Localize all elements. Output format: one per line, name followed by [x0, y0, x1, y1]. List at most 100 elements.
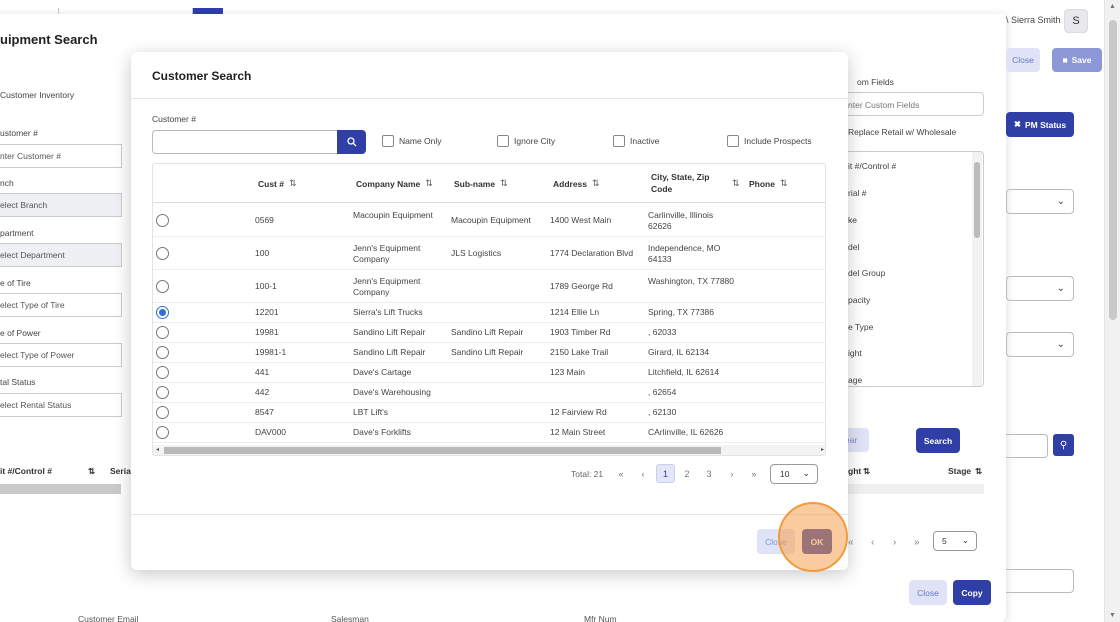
row-radio[interactable] — [156, 306, 169, 319]
page-size-select[interactable]: 5 ⌄ — [933, 531, 977, 551]
col-cust[interactable]: Cust # ⇅ — [258, 178, 297, 189]
table-row[interactable]: 12201 Sierra's Lift Trucks 1214 Ellie Ln Sp… — [153, 303, 825, 323]
list-item[interactable]: pacity — [848, 295, 870, 305]
row-radio[interactable] — [156, 366, 169, 379]
close-button-bottom[interactable]: Close — [909, 580, 947, 605]
table-row[interactable]: 100 Jenn's Equipment Company JLS Logistics… — [153, 237, 825, 270]
sort-icon[interactable]: ⇅ — [425, 178, 433, 189]
search-icon[interactable] — [337, 130, 366, 154]
scroll-up-icon[interactable]: ▲ — [1109, 3, 1116, 10]
pager-first[interactable]: « — [848, 537, 854, 548]
sort-icon[interactable]: ⇅ — [289, 178, 297, 189]
list-item[interactable]: del — [848, 242, 859, 252]
col-phone[interactable]: Phone ⇅ — [749, 178, 788, 189]
dropdown-3[interactable]: ⌄ — [1006, 332, 1074, 357]
bottom-input[interactable] — [1006, 569, 1074, 593]
ignore-city-checkbox[interactable]: Ignore City — [497, 135, 555, 147]
close-button-top[interactable]: Close — [1006, 48, 1040, 72]
checkbox-box[interactable] — [497, 135, 509, 147]
row-radio[interactable] — [156, 386, 169, 399]
list-item[interactable]: ke — [848, 215, 857, 225]
page-1[interactable]: 1 — [656, 464, 675, 483]
power-type-select[interactable]: elect Type of Power — [0, 343, 122, 367]
list-item[interactable]: ight — [848, 348, 862, 358]
name-only-checkbox[interactable]: Name Only — [382, 135, 442, 147]
row-radio[interactable] — [156, 213, 169, 227]
cell-cust: 100-1 — [255, 280, 277, 291]
pm-status-button[interactable]: ✖ PM Status — [1006, 112, 1074, 137]
list-item[interactable]: del Group — [848, 268, 885, 278]
list-item[interactable]: e Type — [848, 322, 873, 332]
page-size-select[interactable]: 10 ⌄ — [770, 464, 818, 484]
grid-scroll-right[interactable] — [848, 484, 984, 494]
department-select[interactable]: elect Department — [0, 243, 122, 267]
branch-select[interactable]: elect Branch — [0, 193, 122, 217]
avatar[interactable]: S — [1064, 9, 1088, 33]
table-row[interactable]: DAV000 Dave's Forklifts 12 Main Street CArl… — [153, 423, 825, 443]
pager-last[interactable]: » — [748, 464, 760, 483]
list-item[interactable]: it #/Control # — [848, 161, 896, 171]
sort-icon[interactable]: ⇅ — [592, 178, 600, 189]
table-row[interactable]: 8547 LBT Lift's 12 Fairview Rd , 62130 — [153, 403, 825, 423]
cell-cust: 19981 — [255, 327, 279, 337]
pager-next[interactable]: › — [893, 537, 896, 548]
grid-scroll[interactable] — [0, 484, 121, 494]
pager-first[interactable]: « — [615, 464, 627, 483]
checkbox-box[interactable] — [727, 135, 739, 147]
save-button[interactable]: ■ Save — [1052, 48, 1102, 72]
copy-button[interactable]: Copy — [953, 580, 991, 605]
custom-fields-list[interactable]: it #/Control # rial # ke del del Group p… — [848, 151, 984, 387]
list-item[interactable]: rial # — [848, 188, 866, 198]
rental-status-select[interactable]: elect Rental Status — [0, 393, 122, 417]
customer-number-input[interactable] — [152, 130, 338, 154]
table-row[interactable]: 442 Dave's Warehousing , 62654 — [153, 383, 825, 403]
row-radio[interactable] — [156, 246, 169, 260]
table-row[interactable]: 19981 Sandino Lift Repair Sandino Lift Rep… — [153, 323, 825, 343]
table-row[interactable]: 0569 Macoupin Equipment Macoupin Equipment… — [153, 204, 825, 237]
row-radio[interactable] — [156, 346, 169, 359]
horizontal-scrollbar[interactable]: ◂ ▸ — [153, 445, 825, 455]
page-3[interactable]: 3 — [703, 464, 715, 483]
col-subname[interactable]: Sub-name ⇅ — [454, 178, 508, 189]
col-company[interactable]: Company Name ⇅ — [356, 178, 433, 189]
list-item[interactable]: age — [848, 375, 862, 385]
pager-last[interactable]: » — [914, 537, 920, 548]
include-prospects-checkbox[interactable]: Include Prospects — [727, 135, 812, 147]
side-search-input[interactable] — [1006, 434, 1048, 458]
table-row[interactable]: 100-1 Jenn's Equipment Company 1789 George… — [153, 270, 825, 303]
checkbox-box[interactable] — [382, 135, 394, 147]
page-scrollbar[interactable]: ▲ ▼ — [1104, 0, 1120, 622]
sort-icon[interactable]: ⇅ — [500, 178, 508, 189]
search-icon[interactable]: ⚲ — [1053, 434, 1074, 456]
row-radio[interactable] — [156, 406, 169, 419]
tire-type-select[interactable]: elect Type of Tire — [0, 293, 122, 317]
sort-icon[interactable]: ⇅ — [88, 466, 95, 477]
customer-number-input[interactable]: nter Customer # — [0, 144, 122, 168]
col-address[interactable]: Address ⇅ — [553, 178, 600, 189]
dropdown-2[interactable]: ⌄ — [1006, 276, 1074, 301]
pager-next[interactable]: › — [726, 464, 738, 483]
page-2[interactable]: 2 — [681, 464, 693, 483]
row-radio[interactable] — [156, 426, 169, 439]
row-radio[interactable] — [156, 326, 169, 339]
sort-icon[interactable]: ⇅ — [863, 466, 870, 477]
scroll-down-icon[interactable]: ▼ — [1109, 612, 1116, 619]
clear-button[interactable]: ear — [845, 428, 869, 452]
checkbox-box[interactable] — [613, 135, 625, 147]
pager-prev[interactable]: ‹ — [871, 537, 874, 548]
custom-fields-input[interactable]: nter Custom Fields — [848, 92, 984, 116]
sort-icon[interactable]: ⇅ — [732, 178, 740, 189]
pager-prev[interactable]: ‹ — [637, 464, 649, 483]
scroll-right-icon[interactable]: ▸ — [821, 446, 824, 453]
scroll-left-icon[interactable]: ◂ — [156, 446, 159, 453]
table-row[interactable]: 19981-1 Sandino Lift Repair Sandino Lift R… — [153, 343, 825, 363]
table-row[interactable]: 441 Dave's Cartage 123 Main Litchfield, IL … — [153, 363, 825, 383]
row-radio[interactable] — [156, 279, 169, 293]
col-city[interactable]: City, State, Zip Code ⇅ — [651, 171, 741, 195]
sort-icon[interactable]: ⇅ — [975, 466, 982, 477]
sort-icon[interactable]: ⇅ — [780, 178, 788, 189]
search-button[interactable]: Search — [916, 428, 960, 453]
inactive-checkbox[interactable]: Inactive — [613, 135, 659, 147]
dropdown-1[interactable]: ⌄ — [1006, 189, 1074, 214]
list-scrollbar[interactable] — [972, 152, 982, 386]
